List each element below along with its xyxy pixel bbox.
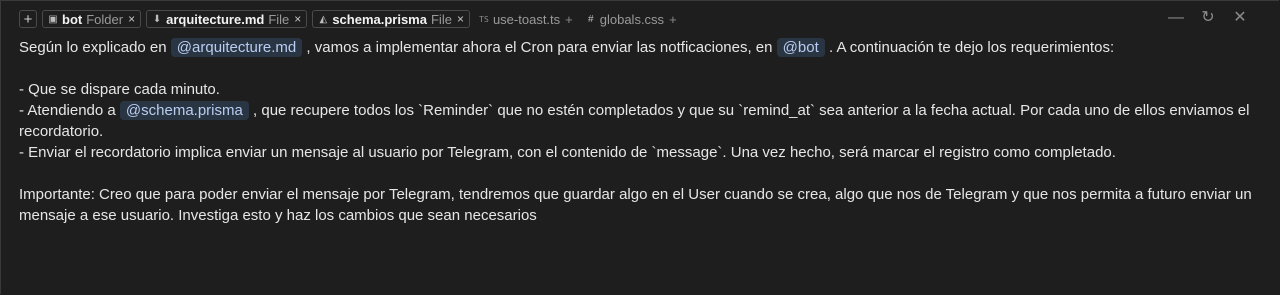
prisma-icon: ◭ bbox=[319, 13, 328, 25]
message-line: - Atendiendo a @schema.prisma , que recu… bbox=[19, 100, 1259, 142]
chip-type: File bbox=[430, 11, 452, 27]
close-icon[interactable]: ✕ bbox=[1231, 9, 1249, 27]
chat-input-panel: + ▣ bot Folder × ⬇ arquitecture.md File … bbox=[0, 0, 1279, 294]
mention-schema[interactable]: @schema.prisma bbox=[119, 101, 249, 120]
text-segment: Según lo explicado en bbox=[19, 39, 167, 56]
message-line: - Enviar el recordatorio implica enviar … bbox=[19, 144, 1116, 161]
context-bar: + ▣ bot Folder × ⬇ arquitecture.md File … bbox=[19, 9, 681, 29]
message-text[interactable]: Según lo explicado en @arquitecture.md ,… bbox=[19, 37, 1259, 226]
plus-icon[interactable]: + bbox=[669, 12, 677, 27]
close-icon[interactable]: × bbox=[457, 12, 464, 26]
message-line: Según lo explicado en @arquitecture.md ,… bbox=[19, 37, 1259, 58]
context-chip-arquitecture[interactable]: ⬇ arquitecture.md File × bbox=[146, 10, 308, 28]
context-chip-bot[interactable]: ▣ bot Folder × bbox=[42, 10, 142, 28]
refresh-icon[interactable]: ↻ bbox=[1199, 9, 1217, 27]
close-icon[interactable]: × bbox=[294, 12, 301, 26]
text-segment: - Atendiendo a bbox=[19, 102, 116, 119]
text-segment: . A continuación te dejo los requerimien… bbox=[828, 39, 1115, 56]
mention-arquitecture[interactable]: @arquitecture.md bbox=[170, 38, 303, 57]
chip-name: schema.prisma bbox=[332, 11, 427, 27]
message-line: Importante: Creo que para poder enviar e… bbox=[19, 186, 1252, 224]
chip-type: Folder bbox=[86, 11, 124, 27]
message-line: - Que se dispare cada minuto. bbox=[19, 81, 220, 98]
close-icon[interactable]: × bbox=[128, 12, 135, 26]
add-context-button[interactable]: + bbox=[19, 10, 37, 28]
chip-name: arquitecture.md bbox=[166, 11, 265, 27]
text-segment: , vamos a implementar ahora el Cron para… bbox=[306, 39, 773, 56]
typescript-icon: TS bbox=[479, 14, 489, 24]
chip-type: File bbox=[268, 11, 290, 27]
bot-icon: ▣ bbox=[48, 13, 58, 25]
minimize-icon[interactable]: — bbox=[1167, 9, 1185, 27]
suggestion-name: use-toast.ts bbox=[492, 11, 561, 27]
suggestion-use-toast[interactable]: TS use-toast.ts + bbox=[475, 10, 577, 28]
plus-icon[interactable]: + bbox=[565, 12, 573, 27]
suggestion-globals[interactable]: # globals.css + bbox=[582, 10, 681, 28]
suggestion-name: globals.css bbox=[599, 11, 665, 27]
markdown-icon: ⬇ bbox=[152, 13, 162, 25]
context-chip-schema[interactable]: ◭ schema.prisma File × bbox=[312, 10, 470, 28]
css-icon: # bbox=[587, 13, 594, 25]
window-controls: — ↻ ✕ bbox=[1167, 9, 1249, 27]
chip-name: bot bbox=[62, 11, 83, 27]
mention-bot[interactable]: @bot bbox=[776, 38, 825, 57]
